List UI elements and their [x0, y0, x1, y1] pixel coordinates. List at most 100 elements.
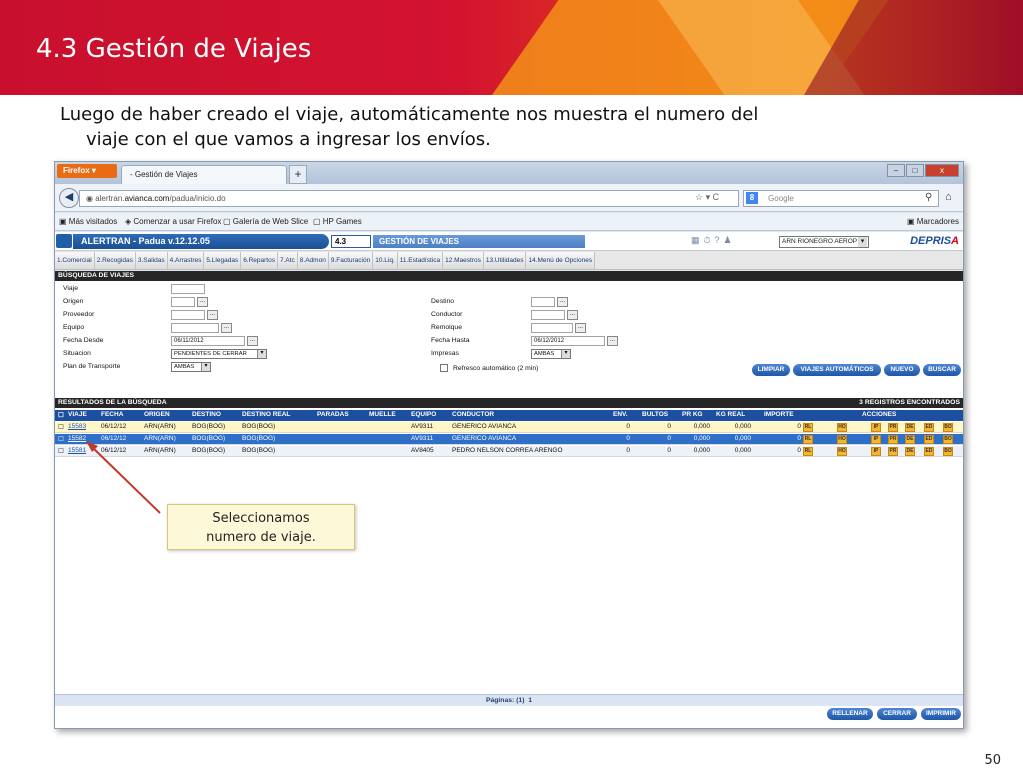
bookmark-star-icon[interactable]: ☆ ▾ C	[695, 192, 719, 203]
imprimir-button[interactable]: IMPRIMIR	[921, 708, 961, 720]
menu-tab[interactable]: 9.Facturación	[328, 252, 374, 269]
conductor-lookup-button[interactable]: ...	[567, 310, 578, 320]
table-row[interactable]: ☐ 15581 06/12/12 ARN(ARN) BOG(BOG) BOG(BOG) AV…	[55, 446, 963, 457]
action-ip-button[interactable]: IP	[871, 423, 881, 432]
cerrar-button[interactable]: CERRAR	[877, 708, 917, 720]
menu-tab[interactable]: 1.Comercial	[55, 252, 95, 269]
equipo-input[interactable]	[171, 323, 219, 333]
col-equipo[interactable]: EQUIPO	[411, 411, 436, 418]
table-row[interactable]: ☐ 15582 06/12/12 ARN(ARN) BOG(BOG) BOG(BOG) AV…	[55, 434, 963, 445]
col-fecha[interactable]: FECHA	[101, 411, 123, 418]
menu-tab[interactable]: 2.Recogidas	[94, 252, 136, 269]
origen-input[interactable]	[171, 297, 195, 307]
action-de-button[interactable]: DE	[905, 435, 915, 444]
new-tab-button[interactable]: +	[289, 165, 307, 184]
table-row[interactable]: ☐ 15583 06/12/12 ARN(ARN) BOG(BOG) BOG(BOG) AV…	[55, 422, 963, 433]
google-icon[interactable]: 8	[746, 192, 758, 204]
action-pr-button[interactable]: PR	[888, 423, 898, 432]
col-destino-real[interactable]: DESTINO REAL	[242, 411, 290, 418]
col-importe[interactable]: IMPORTE	[764, 411, 794, 418]
search-icon[interactable]: ⚲	[925, 192, 932, 203]
col-conductor[interactable]: CONDUCTOR	[452, 411, 494, 418]
refresco-checkbox[interactable]	[440, 364, 448, 372]
module-code-input[interactable]: 4.3	[331, 235, 371, 248]
action-ed-button[interactable]: ED	[924, 435, 934, 444]
action-ho-button[interactable]: HO	[837, 423, 847, 432]
menu-tab[interactable]: 12.Maestros	[443, 252, 484, 269]
action-rl-button[interactable]: RL	[803, 435, 813, 444]
office-select[interactable]: ARN RIONEGRO AEROP	[779, 236, 869, 248]
row-checkbox[interactable]: ☐	[58, 423, 64, 431]
destino-input[interactable]	[531, 297, 555, 307]
search-input[interactable]: Google	[743, 190, 939, 207]
rellenar-button[interactable]: RELLENAR	[827, 708, 873, 720]
equipo-lookup-button[interactable]: ...	[221, 323, 232, 333]
menu-tab[interactable]: 4.Arrastres	[167, 252, 205, 269]
bookmark-most-visited[interactable]: ▣ Más visitados	[59, 217, 117, 226]
bookmark-web-slice[interactable]: ▢ Galería de Web Slice	[223, 217, 308, 226]
bookmark-getting-started[interactable]: ◈ Comenzar a usar Firefox	[125, 217, 221, 226]
remolque-input[interactable]	[531, 323, 573, 333]
action-ip-button[interactable]: IP	[871, 447, 881, 456]
firefox-menu-button[interactable]: Firefox ▾	[57, 164, 117, 178]
maximize-button[interactable]: □	[906, 164, 924, 177]
browser-tab[interactable]: - Gestión de Viajes	[121, 165, 287, 184]
buscar-button[interactable]: BUSCAR	[923, 364, 961, 376]
fecha-hasta-input[interactable]: 06/12/2012	[531, 336, 605, 346]
menu-tab[interactable]: 13.Utilidades	[483, 252, 527, 269]
cell-viaje[interactable]: 15583	[68, 423, 86, 430]
col-pr-kg[interactable]: PR KG	[682, 411, 703, 418]
menu-tab[interactable]: 6.Repartos	[241, 252, 278, 269]
col-bultos[interactable]: BULTOS	[642, 411, 668, 418]
action-pr-button[interactable]: PR	[888, 435, 898, 444]
menu-tab[interactable]: 7.Atc	[277, 252, 298, 269]
menu-tab[interactable]: 8.Admon	[297, 252, 329, 269]
fecha-hasta-picker-button[interactable]: ...	[607, 336, 618, 346]
select-all-checkbox[interactable]: ☐	[58, 411, 64, 419]
action-de-button[interactable]: DE	[905, 423, 915, 432]
situacion-select[interactable]: PENDIENTES DE CERRAR ▾	[171, 349, 267, 359]
plan-transporte-select[interactable]: AMBAS ▾	[171, 362, 211, 372]
minimize-button[interactable]: –	[887, 164, 905, 177]
limpiar-button[interactable]: LIMPIAR	[752, 364, 790, 376]
conductor-input[interactable]	[531, 310, 565, 320]
nuevo-button[interactable]: NUEVO	[884, 364, 920, 376]
proveedor-lookup-button[interactable]: ...	[207, 310, 218, 320]
cell-viaje[interactable]: 15582	[68, 435, 86, 442]
action-ho-button[interactable]: HO	[837, 447, 847, 456]
action-bo-button[interactable]: BO	[943, 435, 953, 444]
action-rl-button[interactable]: RL	[803, 447, 813, 456]
row-checkbox[interactable]: ☐	[58, 447, 64, 455]
menu-tab[interactable]: 5.Llegadas	[204, 252, 242, 269]
close-window-button[interactable]: x	[925, 164, 959, 177]
fecha-desde-input[interactable]: 06/11/2012	[171, 336, 245, 346]
pager-current-page[interactable]: 1	[528, 697, 532, 704]
proveedor-input[interactable]	[171, 310, 205, 320]
origen-lookup-button[interactable]: ...	[197, 297, 208, 307]
action-ho-button[interactable]: HO	[837, 435, 847, 444]
col-origen[interactable]: ORIGEN	[144, 411, 170, 418]
col-muelle[interactable]: MUELLE	[369, 411, 396, 418]
action-ip-button[interactable]: IP	[871, 435, 881, 444]
action-rl-button[interactable]: RL	[803, 423, 813, 432]
destino-lookup-button[interactable]: ...	[557, 297, 568, 307]
col-kg-real[interactable]: KG REAL	[716, 411, 745, 418]
action-ed-button[interactable]: ED	[924, 447, 934, 456]
col-env[interactable]: ENV.	[613, 411, 628, 418]
menu-tab[interactable]: 14.Menú de Opciones	[526, 252, 596, 269]
bookmarks-menu[interactable]: ▣ Marcadores	[907, 217, 959, 226]
menu-tab[interactable]: 3.Salidas	[135, 252, 168, 269]
action-pr-button[interactable]: PR	[888, 447, 898, 456]
viaje-input[interactable]	[171, 284, 205, 294]
action-de-button[interactable]: DE	[905, 447, 915, 456]
viajes-automaticos-button[interactable]: VIAJES AUTOMÁTICOS	[793, 364, 881, 376]
col-viaje[interactable]: VIAJE	[68, 411, 87, 418]
action-ed-button[interactable]: ED	[924, 423, 934, 432]
cell-viaje[interactable]: 15581	[68, 447, 86, 454]
back-arrow-icon[interactable]: ◀	[59, 188, 79, 208]
app-toolbar-icons[interactable]: ▦⏱?♟	[691, 235, 736, 246]
col-paradas[interactable]: PARADAS	[317, 411, 349, 418]
col-destino[interactable]: DESTINO	[192, 411, 221, 418]
remolque-lookup-button[interactable]: ...	[575, 323, 586, 333]
menu-tab[interactable]: 10.Liq.	[373, 252, 398, 269]
